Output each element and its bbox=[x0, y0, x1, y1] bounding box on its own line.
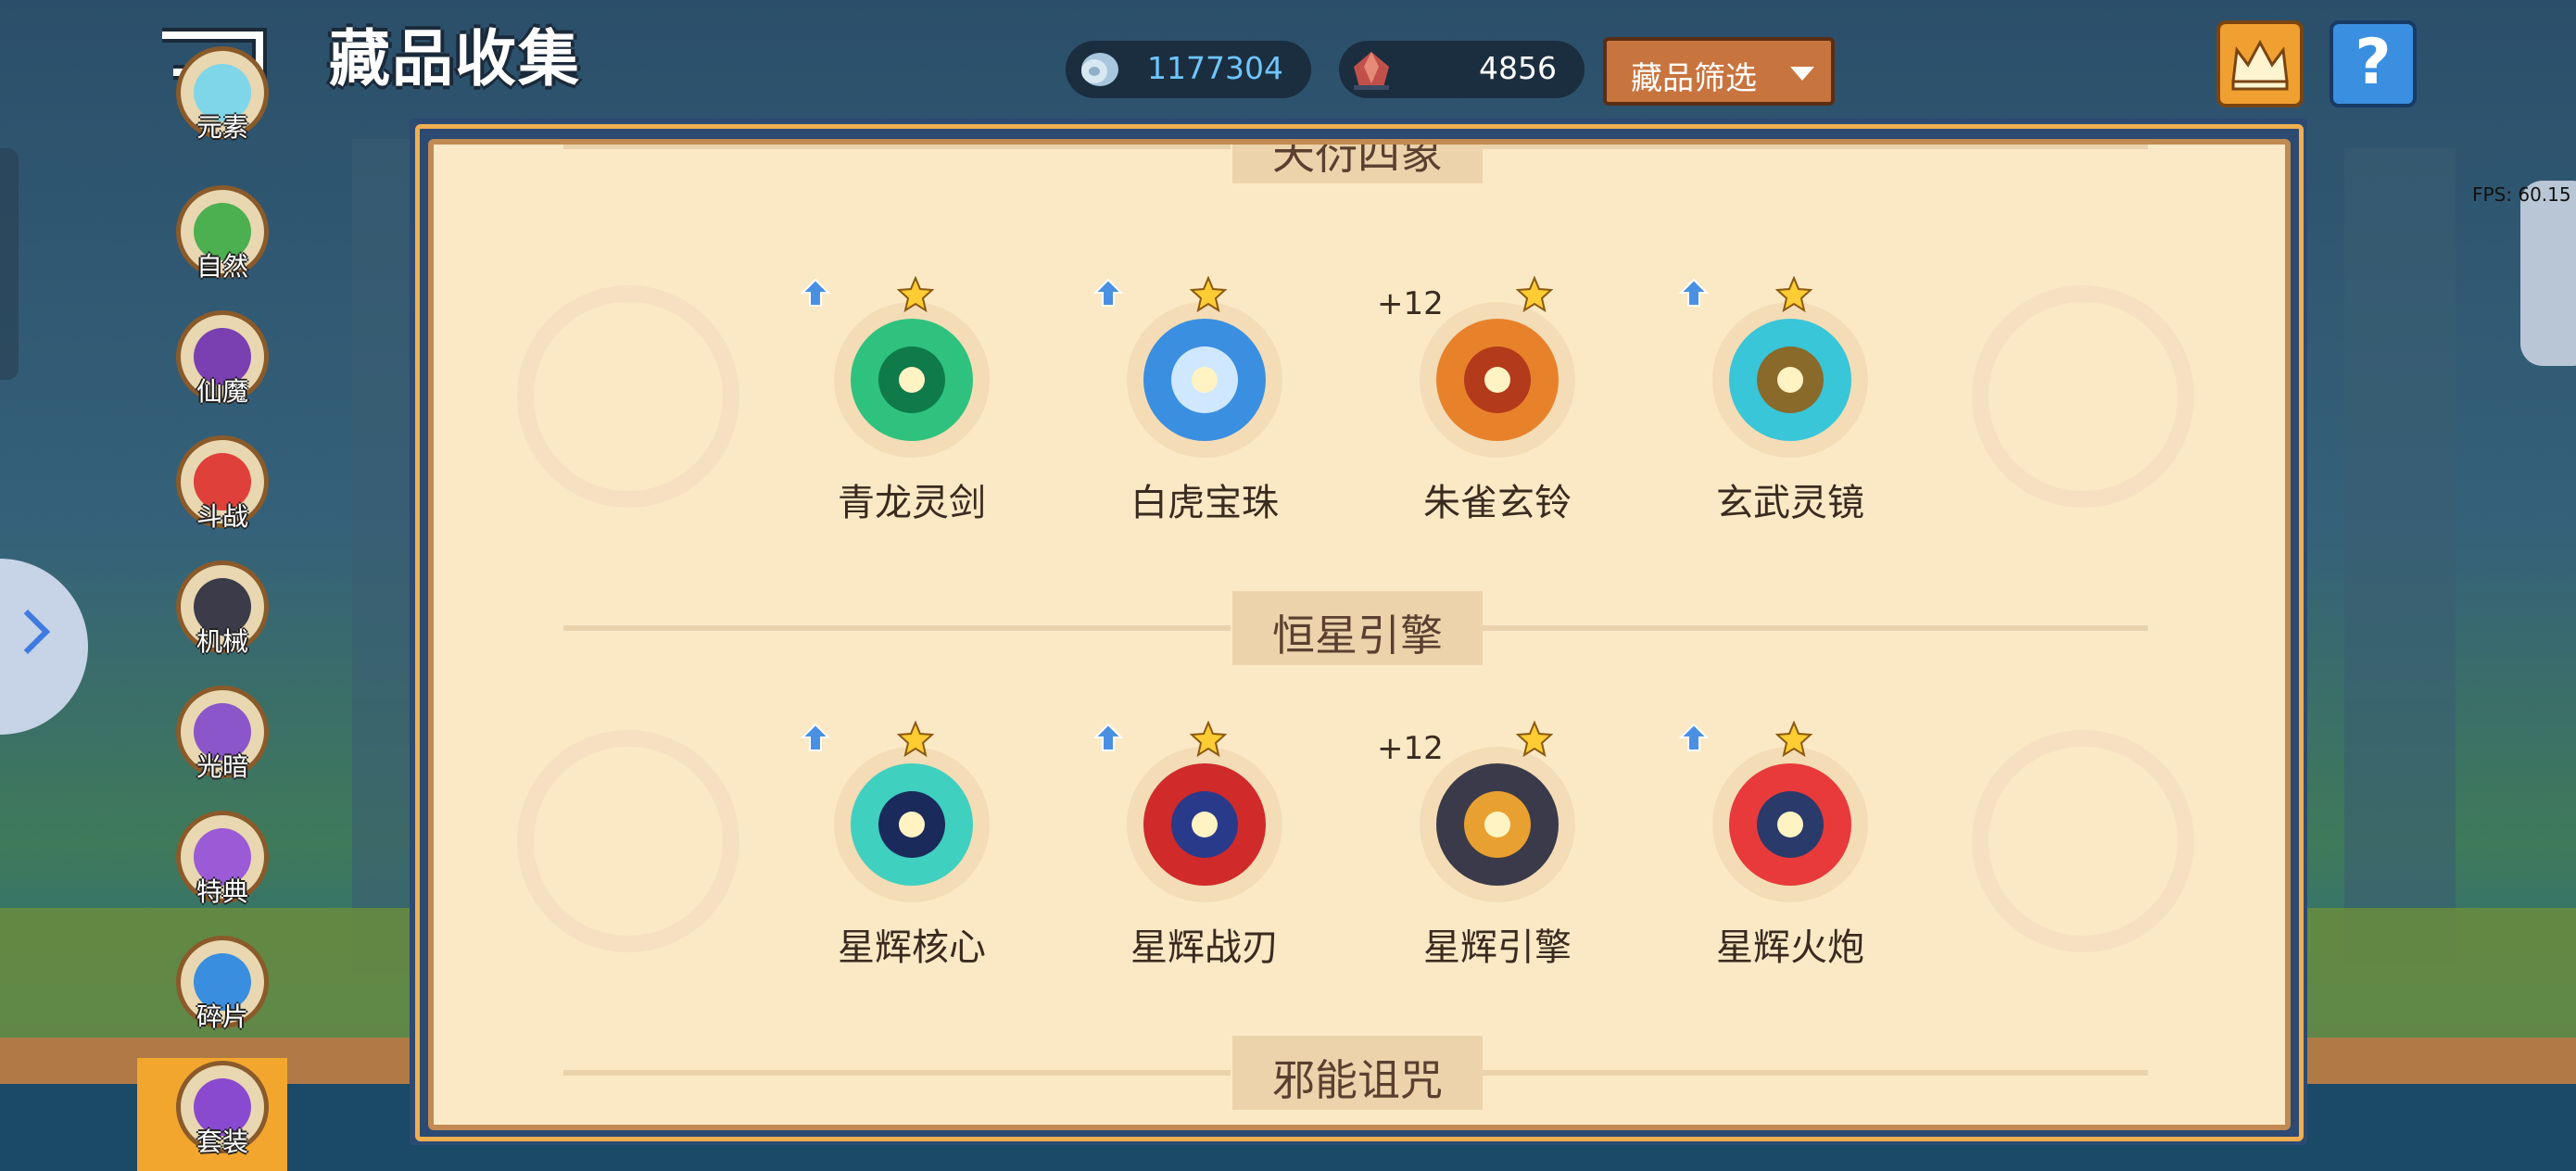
star-icon bbox=[1775, 721, 1812, 758]
upgrade-arrow-icon bbox=[1678, 723, 1710, 751]
expand-side-menu-button[interactable] bbox=[0, 559, 88, 735]
filter-label: 藏品筛选 bbox=[1631, 60, 1757, 97]
star-icon bbox=[1516, 721, 1553, 758]
silver-coin-icon bbox=[1081, 53, 1118, 86]
collectible-icon bbox=[834, 302, 990, 458]
enhance-level: +12 bbox=[1377, 285, 1444, 322]
upgrade-arrow-icon bbox=[1092, 278, 1124, 307]
collection-item[interactable]: 玄武灵镜 bbox=[1678, 276, 1883, 524]
tab-label: 仙魔 bbox=[196, 376, 248, 407]
crown-icon bbox=[2231, 39, 2289, 91]
section-divider-line bbox=[1481, 1070, 2148, 1076]
tab-6[interactable]: 光暗 bbox=[176, 686, 269, 787]
background-rock-right bbox=[2344, 148, 2456, 963]
section-divider-line bbox=[1481, 625, 2148, 631]
collectible-icon bbox=[834, 747, 990, 902]
item-name: 星辉引擎 bbox=[1423, 926, 1572, 969]
tab-7[interactable]: 特典 bbox=[176, 811, 269, 913]
tab-label: 斗战 bbox=[196, 501, 248, 532]
section-header: 恒星引擎 bbox=[1232, 591, 1483, 665]
star-icon bbox=[1190, 721, 1227, 758]
item-name: 白虎宝珠 bbox=[1130, 482, 1279, 524]
collection-item[interactable]: +12 朱雀玄铃 bbox=[1377, 276, 1590, 524]
tab-label: 元素 bbox=[196, 112, 248, 143]
tab-3[interactable]: 仙魔 bbox=[176, 310, 269, 412]
item-name: 青龙灵剑 bbox=[838, 482, 986, 524]
tab-label: 自然 bbox=[196, 251, 248, 282]
collectible-icon bbox=[1127, 747, 1282, 902]
page-title: 藏品收集 bbox=[329, 23, 581, 94]
tab-2[interactable]: 自然 bbox=[176, 185, 269, 287]
collectible-icon bbox=[1712, 302, 1868, 458]
tab-5[interactable]: 机械 bbox=[176, 560, 269, 662]
silver-currency: 1177304 bbox=[1066, 41, 1311, 98]
chevron-down-icon bbox=[1790, 67, 1814, 81]
collection-panel: 天衍四象青龙灵剑 白虎宝珠 +12 朱雀玄铃 玄武灵镜恒星引擎星辉核心 星辉战刃 +12 星辉… bbox=[428, 139, 2291, 1130]
section-header: 天衍四象 bbox=[1232, 139, 1483, 183]
tab-4[interactable]: 斗战 bbox=[176, 435, 269, 537]
collection-item[interactable]: +12 星辉引擎 bbox=[1377, 721, 1590, 969]
ornament-right bbox=[1972, 730, 2194, 952]
collection-item[interactable]: 星辉战刃 bbox=[1092, 721, 1297, 969]
tab-label: 特典 bbox=[196, 876, 248, 907]
section-divider-line bbox=[563, 145, 1231, 149]
ornament-right bbox=[1972, 285, 2194, 508]
gem-currency: 4856 bbox=[1339, 41, 1585, 98]
collection-filter-dropdown[interactable]: 藏品筛选 bbox=[1603, 37, 1835, 106]
question-icon: ? bbox=[2355, 26, 2392, 99]
fps-counter: FPS: 60.15 bbox=[2472, 183, 2571, 206]
crown-button[interactable] bbox=[2216, 20, 2304, 107]
upgrade-arrow-icon bbox=[800, 278, 831, 307]
tab-1[interactable]: 元素 bbox=[176, 46, 269, 148]
ornament-left bbox=[517, 285, 739, 508]
collection-item[interactable]: 星辉核心 bbox=[800, 721, 1004, 969]
section-title: 邪能诅咒 bbox=[1272, 1055, 1443, 1105]
collectible-icon bbox=[1127, 302, 1282, 458]
silver-amount: 1177304 bbox=[1147, 50, 1283, 86]
upgrade-arrow-icon bbox=[1092, 723, 1124, 751]
tab-8[interactable]: 碎片 bbox=[176, 936, 269, 1038]
tab-label: 套装 bbox=[196, 1127, 248, 1157]
help-button[interactable]: ? bbox=[2330, 20, 2417, 107]
star-icon bbox=[897, 721, 934, 758]
tab-label: 机械 bbox=[196, 626, 248, 657]
section-title: 天衍四象 bbox=[1272, 139, 1443, 179]
section-header: 邪能诅咒 bbox=[1232, 1036, 1483, 1110]
collection-item[interactable]: 星辉火炮 bbox=[1678, 721, 1883, 969]
collection-item[interactable]: 青龙灵剑 bbox=[800, 276, 1004, 524]
tab-9[interactable]: 套装 bbox=[176, 1061, 269, 1163]
left-edge-panel bbox=[0, 148, 19, 380]
red-gem-icon bbox=[1354, 52, 1389, 90]
item-name: 朱雀玄铃 bbox=[1423, 482, 1572, 524]
chevron-right-icon bbox=[5, 609, 51, 655]
item-name: 星辉战刃 bbox=[1130, 926, 1279, 969]
section-title: 恒星引擎 bbox=[1272, 611, 1443, 661]
section-divider-line bbox=[563, 625, 1231, 631]
item-name: 星辉火炮 bbox=[1716, 926, 1864, 969]
section-divider-line bbox=[1481, 145, 2148, 149]
gem-amount: 4856 bbox=[1479, 50, 1557, 86]
upgrade-arrow-icon bbox=[800, 723, 831, 751]
star-icon bbox=[1516, 276, 1553, 313]
collection-item[interactable]: 白虎宝珠 bbox=[1092, 276, 1297, 524]
item-name: 玄武灵镜 bbox=[1716, 482, 1864, 524]
tab-label: 光暗 bbox=[196, 751, 248, 782]
section-divider-line bbox=[563, 1070, 1231, 1076]
collectible-icon bbox=[1712, 747, 1868, 902]
star-icon bbox=[1775, 276, 1812, 313]
right-edge-handle[interactable] bbox=[2520, 181, 2576, 366]
item-name: 星辉核心 bbox=[838, 926, 986, 969]
enhance-level: +12 bbox=[1377, 730, 1444, 767]
tab-label: 碎片 bbox=[196, 1001, 248, 1032]
upgrade-arrow-icon bbox=[1678, 278, 1710, 307]
star-icon bbox=[897, 276, 934, 313]
star-icon bbox=[1190, 276, 1227, 313]
ornament-left bbox=[517, 730, 739, 952]
